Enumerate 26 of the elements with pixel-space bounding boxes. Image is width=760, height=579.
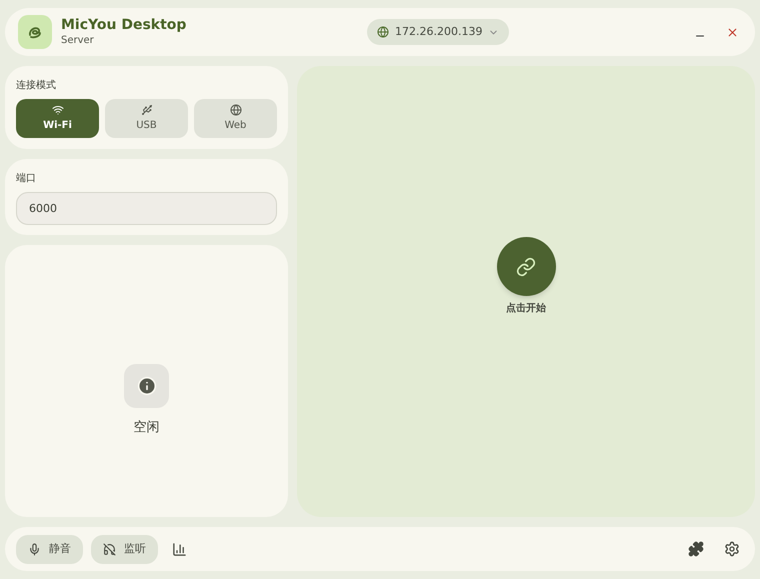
close-icon: [726, 26, 738, 38]
app-logo-icon: [18, 15, 52, 49]
app-title: MicYou Desktop: [61, 17, 186, 34]
address-dropdown[interactable]: 172.26.200.139: [366, 19, 510, 45]
app-subtitle: Server: [61, 34, 95, 47]
status-text: 空闲: [134, 419, 160, 438]
globe-icon: [230, 104, 242, 116]
start-button[interactable]: [496, 237, 556, 296]
settings-icon[interactable]: [724, 541, 740, 557]
headphones-off-icon: [103, 542, 116, 556]
connection-mode-label: 连接模式: [16, 78, 57, 93]
port-label: 端口: [16, 172, 37, 186]
monitor-button[interactable]: 监听: [91, 534, 158, 564]
mute-button[interactable]: 静音: [16, 534, 83, 564]
start-label: 点击开始: [506, 302, 546, 316]
mode-tab[interactable]: Web: [194, 99, 277, 138]
mode-tab[interactable]: Wi-Fi: [16, 99, 99, 138]
globe-icon: [376, 26, 389, 38]
port-field[interactable]: 6000: [16, 192, 277, 225]
usb-icon: [140, 104, 152, 116]
mode-tab[interactable]: USB: [105, 99, 188, 138]
link-icon: [516, 256, 536, 276]
microphone-icon: [28, 542, 41, 556]
puzzle-icon[interactable]: [688, 541, 704, 557]
info-icon: [124, 364, 169, 408]
chart-icon[interactable]: [172, 542, 187, 556]
